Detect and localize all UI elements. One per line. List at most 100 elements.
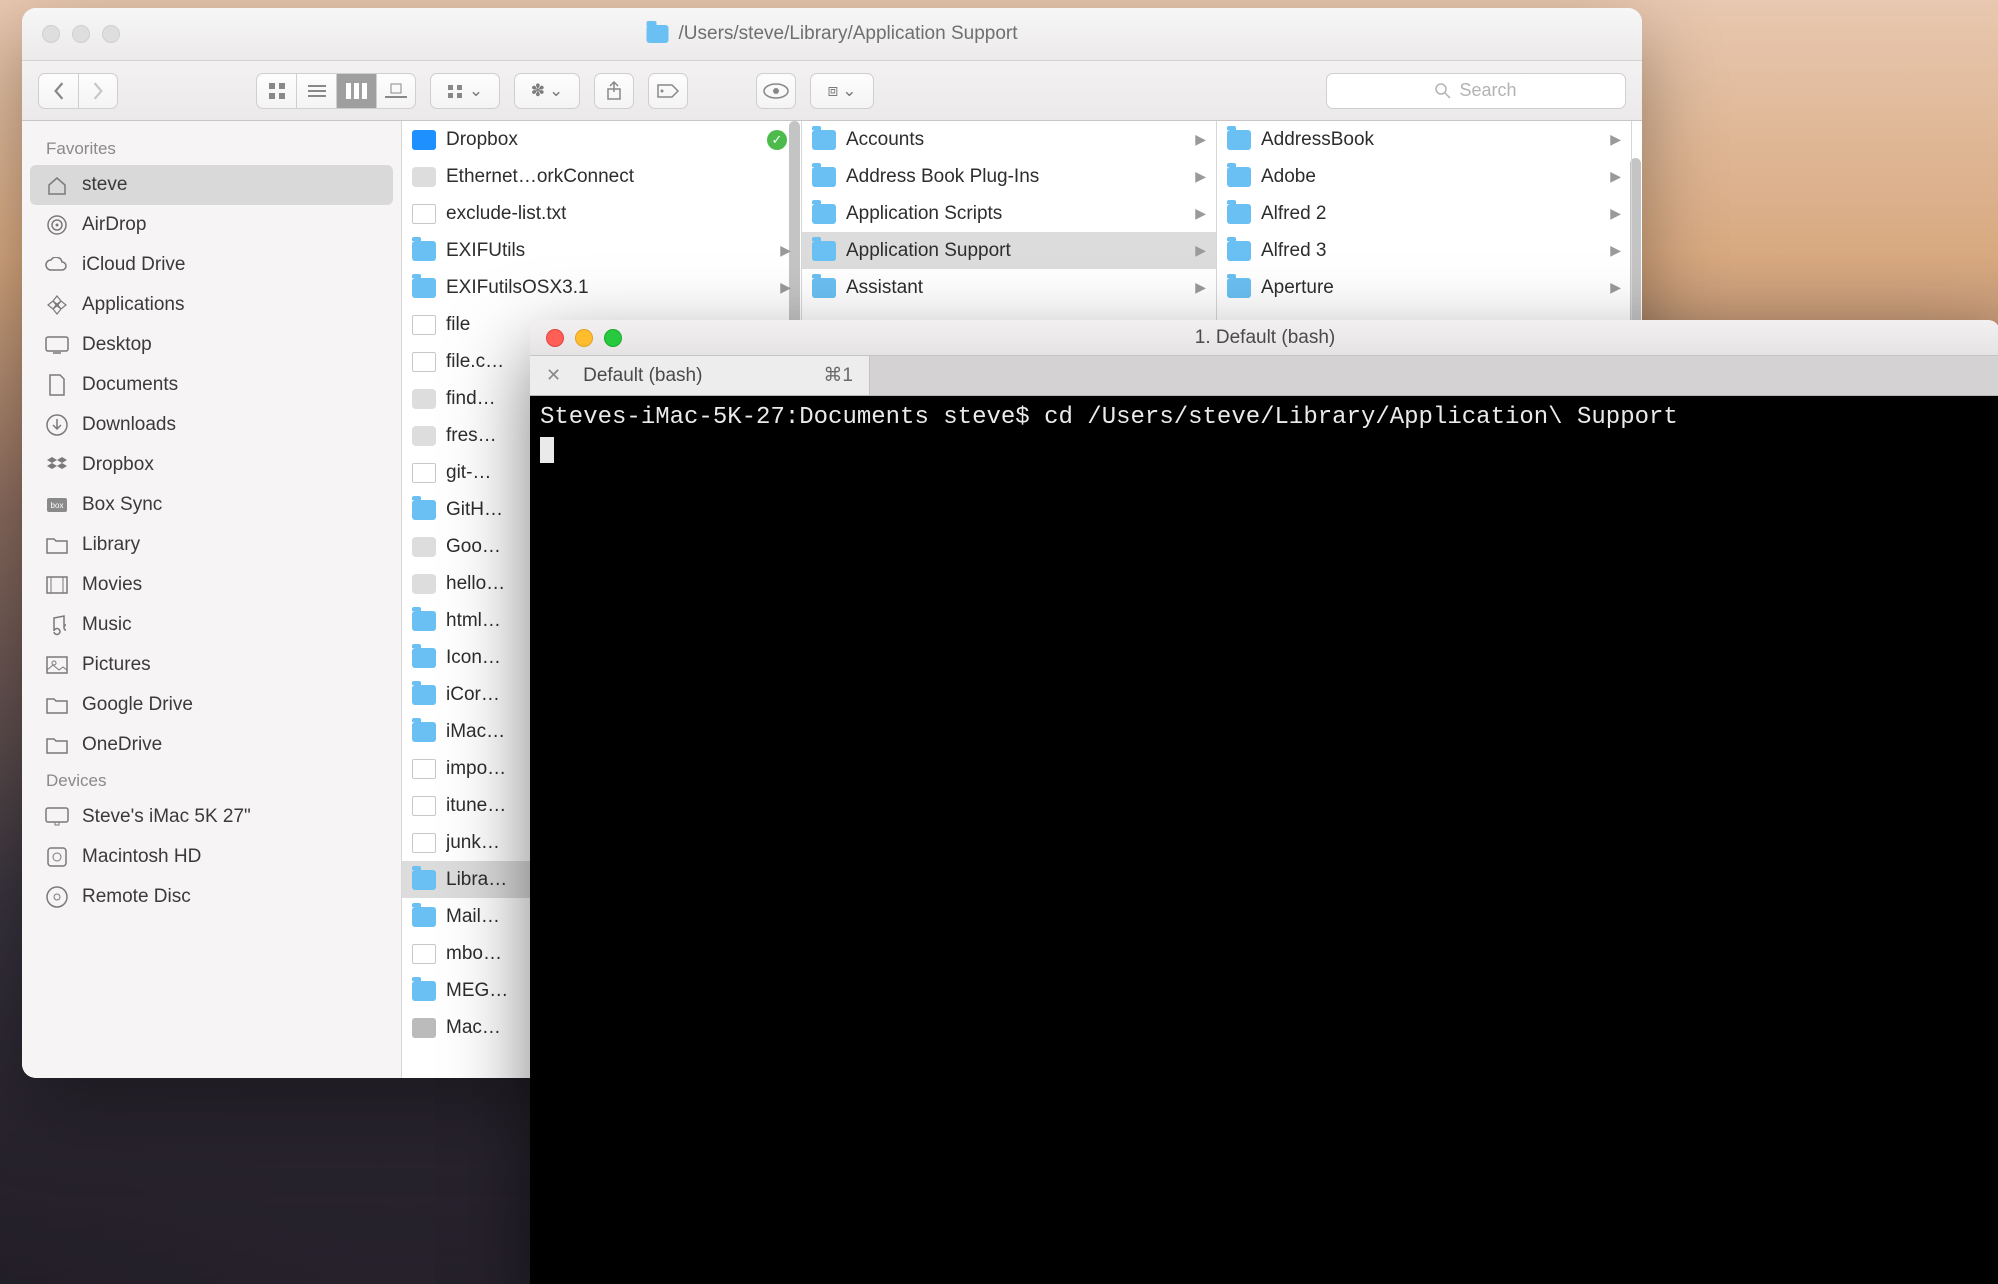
search-icon (1435, 83, 1451, 99)
column-item-label: file.c… (446, 351, 504, 373)
sidebar-item-applications[interactable]: Applications (30, 285, 393, 325)
column-item[interactable]: Dropbox✓ (402, 121, 801, 158)
dropbox-icon: ⧈ (827, 81, 838, 101)
zoom-traffic-light[interactable] (604, 329, 622, 347)
sidebar-item-macintosh-hd[interactable]: Macintosh HD (30, 837, 393, 877)
gear-icon: ✽ (531, 81, 545, 101)
column-item[interactable]: Ethernet…orkConnect (402, 158, 801, 195)
finder-sidebar: FavoritessteveAirDropiCloud DriveApplica… (22, 121, 402, 1078)
column-item[interactable]: Application Scripts ▶ (802, 195, 1216, 232)
column-item[interactable]: Application Support▶ (802, 232, 1216, 269)
column-item[interactable]: Aperture▶ (1217, 269, 1631, 306)
column-item[interactable]: EXIFUtils▶ (402, 232, 801, 269)
folder-icon (412, 611, 436, 631)
column-item[interactable]: Alfred 3▶ (1217, 232, 1631, 269)
file-icon (412, 796, 436, 816)
window-title: /Users/steve/Library/Application Support (647, 23, 1018, 45)
sidebar-item-dropbox[interactable]: Dropbox (30, 445, 393, 485)
sidebar-item-pictures[interactable]: Pictures (30, 645, 393, 685)
minimize-traffic-light[interactable] (72, 25, 90, 43)
sidebar-item-label: Steve's iMac 5K 27" (82, 806, 251, 828)
sidebar-item-label: Library (82, 534, 140, 556)
close-tab-icon[interactable]: ✕ (546, 365, 561, 386)
sidebar-item-remote-disc[interactable]: Remote Disc (30, 877, 393, 917)
column-item[interactable]: Address Book Plug-Ins▶ (802, 158, 1216, 195)
coverflow-view-button[interactable] (376, 73, 416, 109)
column-item[interactable]: Assistant▶ (802, 269, 1216, 306)
folder-icon (412, 648, 436, 668)
column-item[interactable]: Alfred 2▶ (1217, 195, 1631, 232)
close-traffic-light[interactable] (42, 25, 60, 43)
sidebar-item-movies[interactable]: Movies (30, 565, 393, 605)
sidebar-item-label: steve (82, 174, 127, 196)
column-item-label: Icon… (446, 647, 501, 669)
column-item-label: Adobe (1261, 166, 1316, 188)
disc-icon (44, 886, 70, 908)
terminal-tab[interactable]: ✕ Default (bash) ⌘1 (530, 356, 870, 395)
disk-icon (412, 1018, 436, 1038)
finder-toolbar: ⌄ ✽⌄ ⧈⌄ Search (22, 61, 1642, 121)
column-item-label: junk… (446, 832, 500, 854)
sidebar-item-label: Google Drive (82, 694, 193, 716)
window-path-text: /Users/steve/Library/Application Support (679, 23, 1018, 45)
sidebar-item-steve-s-imac-5k-27-[interactable]: Steve's iMac 5K 27" (30, 797, 393, 837)
airdrop-icon (44, 214, 70, 236)
nav-buttons (38, 73, 118, 109)
column-item[interactable]: exclude-list.txt (402, 195, 801, 232)
sidebar-item-label: Macintosh HD (82, 846, 201, 868)
column-item-label: Application Scripts (846, 203, 1002, 225)
sidebar-item-box-sync[interactable]: boxBox Sync (30, 485, 393, 525)
sidebar-item-google-drive[interactable]: Google Drive (30, 685, 393, 725)
column-item-label: Ethernet…orkConnect (446, 166, 634, 188)
disclosure-arrow-icon: ▶ (1195, 205, 1206, 222)
column-item-label: GitH… (446, 499, 503, 521)
sidebar-item-desktop[interactable]: Desktop (30, 325, 393, 365)
column-item-label: impo… (446, 758, 506, 780)
sidebar-item-airdrop[interactable]: AirDrop (30, 205, 393, 245)
terminal-content[interactable]: Steves-iMac-5K-27:Documents steve$ cd /U… (530, 396, 1998, 1284)
search-field[interactable]: Search (1326, 73, 1626, 109)
list-view-button[interactable] (296, 73, 336, 109)
sidebar-item-library[interactable]: Library (30, 525, 393, 565)
terminal-cursor (540, 437, 554, 463)
finder-titlebar[interactable]: /Users/steve/Library/Application Support (22, 8, 1642, 61)
sidebar-item-music[interactable]: Music (30, 605, 393, 645)
folder-icon (1227, 130, 1251, 150)
folder-icon (812, 204, 836, 224)
column-item[interactable]: Accounts▶ (802, 121, 1216, 158)
minimize-traffic-light[interactable] (575, 329, 593, 347)
zoom-traffic-light[interactable] (102, 25, 120, 43)
column-item-label: Mac… (446, 1017, 501, 1039)
sidebar-item-documents[interactable]: Documents (30, 365, 393, 405)
column-item-label: iMac… (446, 721, 505, 743)
column-item-label: AddressBook (1261, 129, 1374, 151)
dropbox-toolbar-button[interactable]: ⧈⌄ (810, 73, 874, 109)
sidebar-item-icloud-drive[interactable]: iCloud Drive (30, 245, 393, 285)
back-button[interactable] (38, 73, 78, 109)
sidebar-item-onedrive[interactable]: OneDrive (30, 725, 393, 765)
folder-icon (412, 241, 436, 261)
share-button[interactable] (594, 73, 634, 109)
column-item-label: itune… (446, 795, 506, 817)
app-icon (412, 389, 436, 409)
terminal-tab-shortcut: ⌘1 (823, 364, 853, 387)
column-view-button[interactable] (336, 73, 376, 109)
quicklook-button[interactable] (756, 73, 796, 109)
close-traffic-light[interactable] (546, 329, 564, 347)
column-item[interactable]: AddressBook▶ (1217, 121, 1631, 158)
sidebar-item-label: Music (82, 614, 132, 636)
action-button[interactable]: ✽⌄ (514, 73, 580, 109)
disclosure-arrow-icon: ▶ (1610, 279, 1621, 296)
folder-icon (44, 734, 70, 756)
column-item[interactable]: Adobe▶ (1217, 158, 1631, 195)
terminal-titlebar[interactable]: 1. Default (bash) (530, 320, 1998, 356)
icon-view-button[interactable] (256, 73, 296, 109)
sidebar-item-downloads[interactable]: Downloads (30, 405, 393, 445)
sidebar-item-label: Remote Disc (82, 886, 191, 908)
column-item[interactable]: EXIFutilsOSX3.1▶ (402, 269, 801, 306)
folder-icon (412, 278, 436, 298)
forward-button[interactable] (78, 73, 118, 109)
sidebar-item-steve[interactable]: steve (30, 165, 393, 205)
tags-button[interactable] (648, 73, 688, 109)
arrange-button[interactable]: ⌄ (430, 73, 500, 109)
